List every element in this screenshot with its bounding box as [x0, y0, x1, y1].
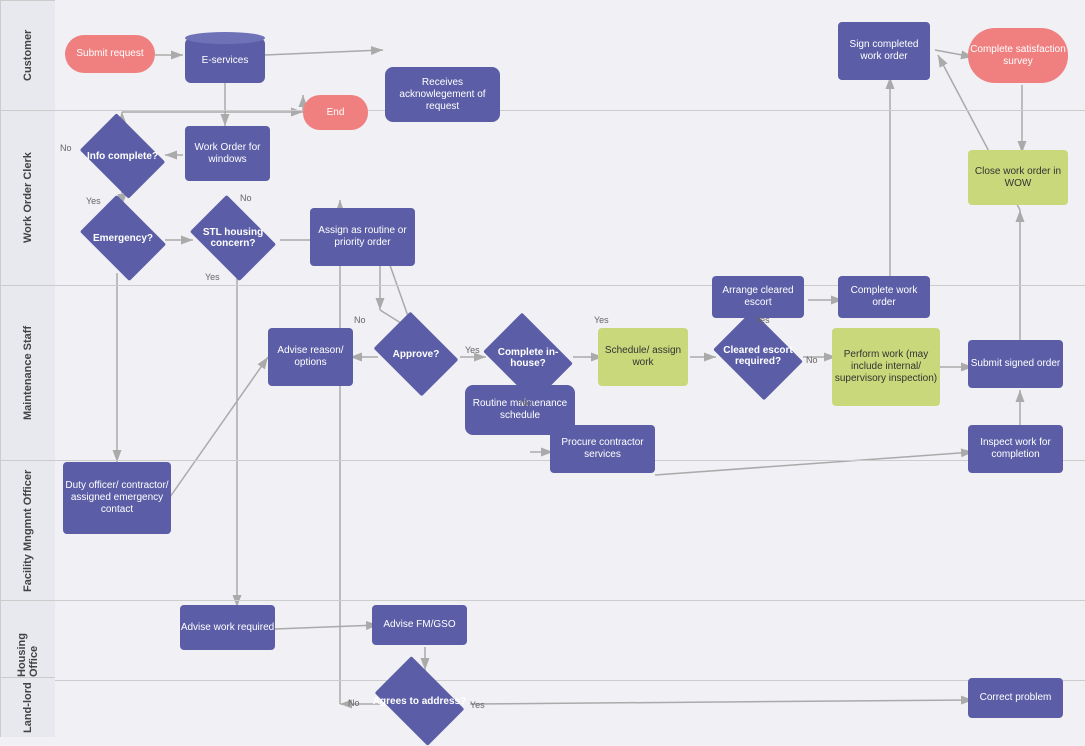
submit-request-shape: Submit request	[65, 35, 155, 73]
emergency-label: Emergency?	[93, 233, 153, 244]
arrow-label-no-agrees: No	[348, 698, 360, 708]
lane-facility-mgmt: Facility Mngmnt Officer	[0, 460, 55, 600]
sign-completed-shape: Sign completed work order	[838, 22, 930, 80]
arrange-escort-shape: Arrange cleared escort	[712, 276, 804, 318]
advise-work-required-shape: Advise work required	[180, 605, 275, 650]
end-shape: End	[303, 95, 368, 130]
lane-work-order-clerk: Work Order Clerk	[0, 110, 55, 285]
lane-divider-3	[55, 600, 1085, 601]
receives-ack-shape: Receives acknowlegement of request	[385, 67, 500, 122]
work-order-windows-label: Work Order for windows	[185, 142, 270, 166]
inspect-completion-shape: Inspect work for completion	[968, 425, 1063, 473]
complete-satisfaction-shape: Complete satisfaction survey	[968, 28, 1068, 83]
arrow-label-no-approve: No	[354, 315, 366, 325]
duty-officer-shape: Duty officer/ contractor/ assigned emerg…	[63, 462, 171, 534]
approve-diamond: Approve?	[372, 318, 460, 390]
submit-signed-shape: Submit signed order	[968, 340, 1063, 388]
complete-work-order-label: Complete work order	[838, 285, 930, 309]
cleared-escort-label: Cleared escort required?	[712, 345, 804, 367]
arrow-label-no-info: No	[60, 143, 72, 153]
complete-work-order-shape: Complete work order	[838, 276, 930, 318]
perform-work-shape: Perform work (may include internal/ supe…	[832, 328, 940, 406]
lane-divider-1	[55, 285, 1085, 286]
schedule-assign-label: Schedule/ assign work	[598, 345, 688, 369]
lane-landlord: Land-lord	[0, 677, 55, 737]
correct-problem-label: Correct problem	[980, 692, 1052, 704]
submit-signed-label: Submit signed order	[971, 358, 1061, 370]
approve-label: Approve?	[393, 349, 440, 360]
advise-work-required-label: Advise work required	[181, 622, 274, 634]
lane-housing-office: Housing Office	[0, 600, 55, 677]
advise-fm-gso-label: Advise FM/GSO	[383, 619, 455, 631]
sign-completed-label: Sign completed work order	[838, 39, 930, 63]
perform-work-label: Perform work (may include internal/ supe…	[832, 349, 940, 385]
stl-housing-diamond: STL housing concern?	[188, 202, 278, 274]
receives-ack-label: Receives acknowlegement of request	[385, 77, 500, 113]
info-complete-diamond: Info complete?	[80, 122, 165, 190]
work-order-windows-shape: Work Order for windows	[185, 126, 270, 181]
complete-inhouse-label: Complete in-house?	[482, 347, 574, 369]
duty-officer-label: Duty officer/ contractor/ assigned emerg…	[63, 480, 171, 516]
emergency-diamond: Emergency?	[78, 202, 168, 274]
procure-contractor-label: Procure contractor services	[550, 437, 655, 461]
correct-problem-shape: Correct problem	[968, 678, 1063, 718]
complete-satisfaction-label: Complete satisfaction survey	[968, 44, 1068, 68]
lane-labels: Customer Work Order Clerk Maintenance St…	[0, 0, 55, 737]
arrow-label-yes-inhouse: Yes	[594, 315, 609, 325]
lane-maintenance-staff: Maintenance Staff	[0, 285, 55, 460]
end-label: End	[327, 107, 345, 119]
agrees-address-diamond: Agrees to address?	[372, 665, 467, 737]
close-work-order-label: Close work order in WOW	[968, 166, 1068, 190]
info-complete-label: Info complete?	[87, 151, 158, 162]
arrow-label-no-inhouse: No	[520, 398, 532, 408]
advise-reason-shape: Advise reason/ options	[268, 328, 353, 386]
lane-customer: Customer	[0, 0, 55, 110]
arrange-escort-label: Arrange cleared escort	[712, 285, 804, 309]
diagram-container: Customer Work Order Clerk Maintenance St…	[0, 0, 1085, 737]
cleared-escort-diamond: Cleared escort required?	[712, 318, 804, 393]
arrow-label-no-cleared: No	[806, 355, 818, 365]
schedule-assign-shape: Schedule/ assign work	[598, 328, 688, 386]
submit-request-label: Submit request	[76, 48, 143, 60]
complete-inhouse-diamond: Complete in-house?	[482, 320, 574, 395]
assign-order-label: Assign as routine or priority order	[310, 225, 415, 249]
e-services-label: E-services	[202, 55, 249, 67]
agrees-address-label: Agrees to address?	[373, 696, 466, 707]
arrow-label-yes-agrees: Yes	[470, 700, 485, 710]
inspect-completion-label: Inspect work for completion	[968, 437, 1063, 461]
e-services-shape: E-services	[185, 38, 265, 83]
advise-reason-label: Advise reason/ options	[268, 345, 353, 369]
arrow-label-yes-approve: Yes	[465, 345, 480, 355]
stl-housing-label: STL housing concern?	[188, 227, 278, 249]
lane-divider-4	[55, 680, 1085, 681]
procure-contractor-shape: Procure contractor services	[550, 425, 655, 473]
advise-fm-gso-shape: Advise FM/GSO	[372, 605, 467, 645]
assign-order-shape: Assign as routine or priority order	[310, 208, 415, 266]
close-work-order-shape: Close work order in WOW	[968, 150, 1068, 205]
lane-divider-0	[55, 110, 1085, 111]
